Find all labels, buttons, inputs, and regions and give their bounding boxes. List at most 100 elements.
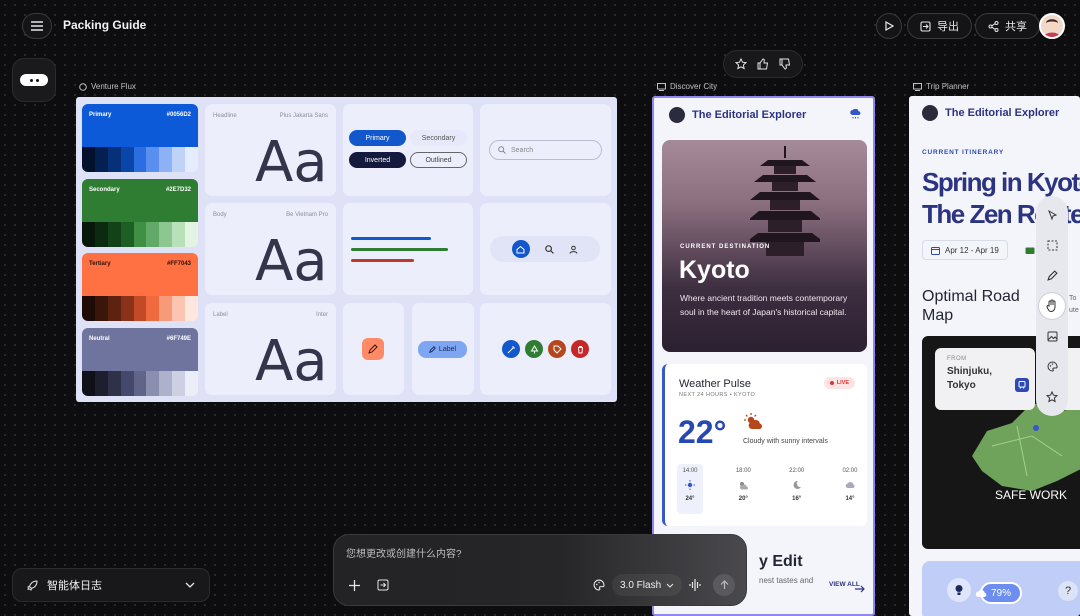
page-title: Packing Guide [63,18,147,32]
weather-icon[interactable] [850,109,861,119]
palette-tool[interactable] [1039,354,1065,380]
stats-card[interactable]: 79% ? [922,561,1080,616]
export-button[interactable]: 导出 [907,13,972,39]
type-sample: Aa [255,130,328,195]
buttons-card: Primary Secondary Inverted Outlined [343,104,473,196]
primary-button-sample[interactable]: Primary [349,130,406,146]
nav-bar-sample [490,236,600,262]
prompt-input[interactable]: 您想更改或创建什么内容? [346,545,462,560]
star-icon[interactable] [735,58,747,70]
design-system-board[interactable]: Primary #0056D2 Secondary #2E7D32 Tertiary… [76,97,617,402]
wallet-icon [1025,247,1035,254]
inverted-button-sample[interactable]: Inverted [349,152,406,168]
play-icon [884,21,894,31]
model-selector[interactable]: 3.0 Flash [612,574,683,596]
from-location-card[interactable]: FROM Shinjuku, Tokyo [935,348,1035,410]
select-tool[interactable] [1039,202,1065,228]
tree-icon[interactable] [525,340,543,358]
palette-swatch-neutral[interactable]: Neutral #6F749E [82,328,198,396]
menu-button[interactable] [22,13,52,39]
share-icon [988,20,999,32]
search-icon[interactable] [545,244,554,254]
palette-icon [1047,361,1058,372]
magic-icon[interactable] [502,340,520,358]
brand: The Editorial Explorer [922,105,1059,121]
hour-item[interactable]: 22:00 16° [784,464,810,514]
thumbs-up-icon[interactable] [757,58,769,70]
device-icon [913,82,922,91]
palette-icon [79,82,87,91]
person-icon[interactable] [569,245,578,254]
type-sample: Aa [255,329,328,394]
thumbs-down-icon[interactable] [779,58,791,70]
export-icon [920,20,931,32]
avatar[interactable] [1039,13,1065,39]
calendar-icon [931,246,940,255]
frame-label-venture-flux[interactable]: Venture Flux [79,82,136,91]
palette-icon[interactable] [593,579,605,591]
home-icon[interactable] [511,240,530,258]
import-icon[interactable] [377,579,389,591]
typography-label-card[interactable]: Label Inter Aa [205,303,336,395]
hero-card[interactable]: CURRENT DESTINATION Kyoto Where ancient … [662,140,867,352]
arrow-up-icon [720,580,728,589]
map-section-title: Optimal Road Map [922,288,1020,324]
partly-sunny-icon [740,482,749,490]
chip-card: Label [412,303,474,395]
frame-label-discover-city[interactable]: Discover City [657,82,717,91]
hand-tool[interactable] [1039,292,1065,319]
marquee-icon [1047,240,1057,251]
export-label: 导出 [937,21,959,33]
date-range[interactable]: Apr 12 - Apr 19 [922,240,1008,260]
map-caption: SAFE WORK [995,488,1068,502]
progress-bar-green [351,248,448,251]
pagoda-image [750,146,820,256]
palette-swatch-tertiary[interactable]: Tertiary #FF7043 [82,253,198,321]
typography-body-card[interactable]: Body Be Vietnam Pro Aa [205,203,336,295]
search-icon [498,146,506,154]
tag-icon[interactable] [548,340,566,358]
progress-bars-card [343,203,473,295]
label-chip[interactable]: Label [418,341,467,358]
typography-headline-card[interactable]: Headline Plus Jakarta Sans Aa [205,104,336,196]
more-dots-icon [20,74,48,86]
marquee-tool[interactable] [1039,232,1065,258]
prompt-composer[interactable]: 您想更改或创建什么内容? 3.0 Flash [333,534,747,606]
hour-item[interactable]: 02:00 14° [837,464,863,514]
hero-city: Kyoto [679,256,750,284]
palette-swatch-secondary[interactable]: Secondary #2E7D32 [82,179,198,247]
play-button[interactable] [876,13,902,39]
icon-buttons-card [480,303,611,395]
assistant-button[interactable] [12,58,56,102]
frame-label-trip-planner[interactable]: Trip Planner [913,82,969,91]
hour-item[interactable]: 18:00 20° [730,464,756,514]
secondary-button-sample[interactable]: Secondary [410,130,467,146]
hour-item[interactable]: 14:00 24° [677,464,703,514]
rating-toolbar [723,50,803,78]
outlined-button-sample[interactable]: Outlined [410,152,467,168]
star-icon [1046,390,1058,403]
send-button[interactable] [713,574,735,596]
voice-wave-icon[interactable] [689,578,702,592]
share-button[interactable]: 共享 [975,13,1040,39]
image-tool[interactable] [1039,323,1065,349]
help-icon[interactable]: ? [1058,581,1078,601]
temperature: 22° [678,414,727,450]
rocket-icon [27,579,38,591]
favorite-tool[interactable] [1039,384,1065,410]
chevron-down-icon [185,582,195,588]
train-icon [1015,378,1029,392]
brand: The Editorial Explorer [669,107,806,123]
edit-fab[interactable] [362,338,384,360]
arrow-right-icon[interactable] [855,585,865,593]
plus-icon[interactable] [349,580,360,591]
pen-tool[interactable] [1039,263,1065,289]
type-sample: Aa [255,229,328,294]
logo-icon [669,107,685,123]
progress-bar-blue [351,237,431,240]
palette-swatch-primary[interactable]: Primary #0056D2 [82,104,198,172]
weather-card[interactable]: Weather Pulse NEXT 24 HOURS • KYOTO LIVE… [662,364,867,526]
search-input[interactable]: Search [489,140,602,160]
agent-log-toggle[interactable]: 智能体日志 [12,568,210,602]
delete-icon[interactable] [571,340,589,358]
